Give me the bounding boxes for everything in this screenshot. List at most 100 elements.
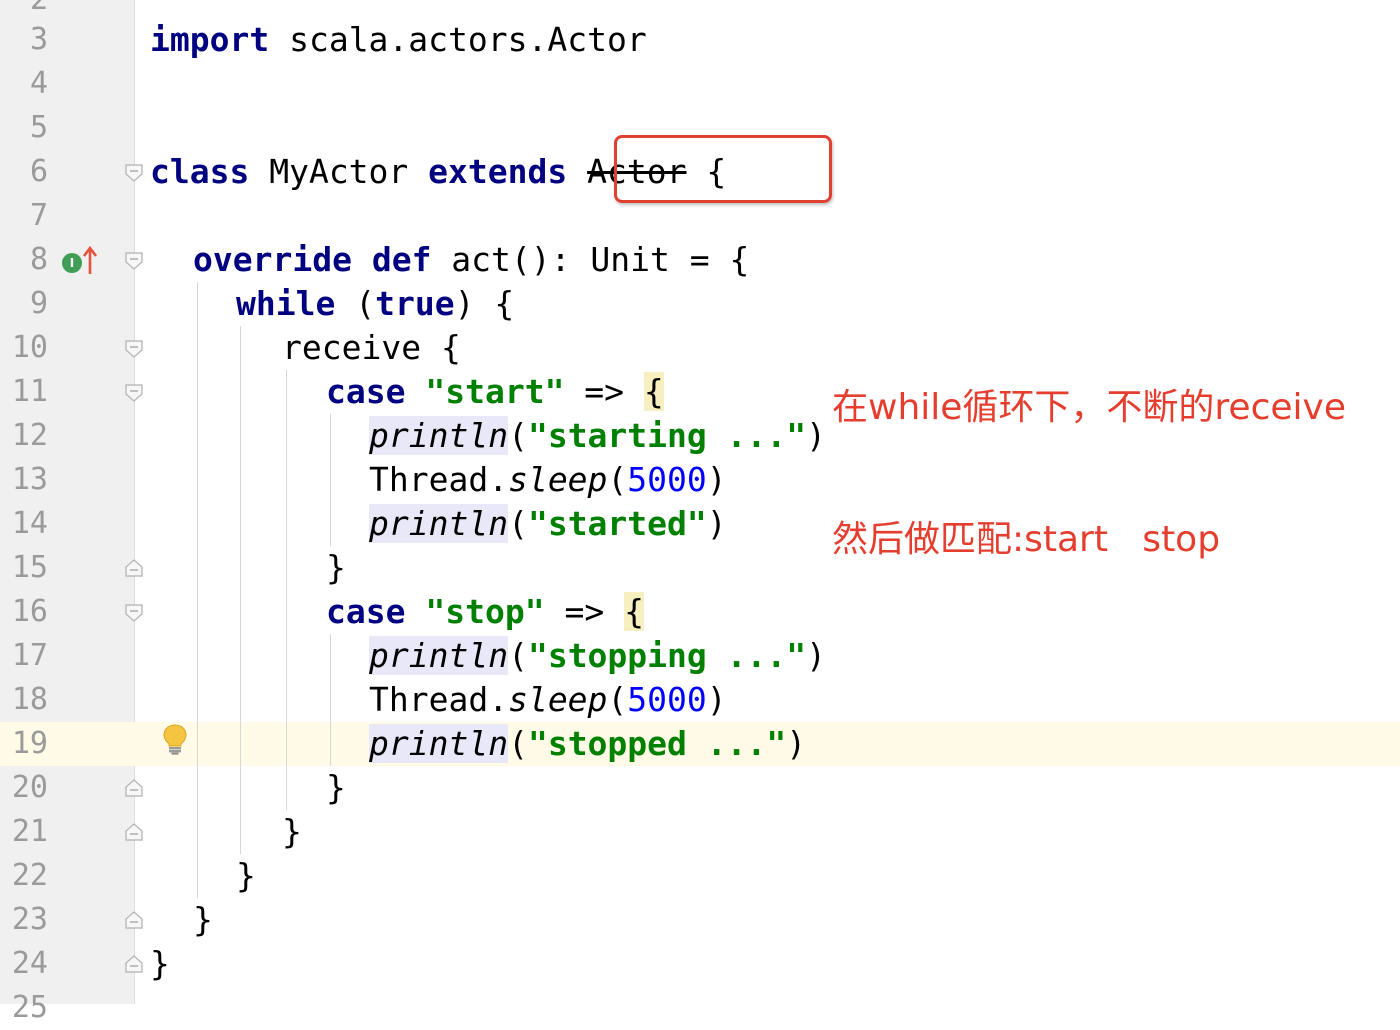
import-path: scala.actors.Actor [269, 20, 647, 59]
code-text[interactable]: println("stopping ...") [369, 634, 826, 678]
string-literal: "started" [527, 504, 707, 543]
lightbulb-icon[interactable] [162, 723, 188, 755]
indent-guide [197, 282, 198, 898]
line-number: 18 [11, 682, 48, 717]
line-number: 20 [11, 770, 48, 805]
code-text[interactable]: } [236, 854, 256, 898]
code-text[interactable]: case "stop" => { [326, 590, 644, 634]
line-number: 23 [11, 902, 48, 937]
fold-end-icon[interactable] [124, 778, 144, 798]
code-text[interactable]: } [326, 546, 346, 590]
implements-method-icon[interactable]: I [60, 244, 98, 276]
string-literal: "starting ..." [527, 416, 807, 455]
line-number: 8 [29, 242, 48, 277]
keyword: class [150, 152, 250, 191]
indent-guide [330, 634, 331, 766]
line-number: 25 [11, 990, 48, 1025]
code-line: 24 } [0, 942, 1400, 986]
line-number: 24 [11, 946, 48, 981]
current-code-line: 19 println("stopped ...") [0, 722, 1400, 766]
fold-collapse-icon[interactable] [124, 251, 144, 271]
code-text[interactable]: } [282, 810, 302, 854]
code-line: 17 println("stopping ...") [0, 634, 1400, 678]
line-number: 13 [11, 462, 48, 497]
line-number: 3 [29, 22, 48, 57]
code-line: 21 } [0, 810, 1400, 854]
code-text[interactable]: import scala.actors.Actor [150, 18, 647, 62]
code-text[interactable]: while (true) { [236, 282, 514, 326]
line-number: 15 [11, 550, 48, 585]
fold-collapse-icon[interactable] [124, 383, 144, 403]
code-line: 20 } [0, 766, 1400, 810]
code-text[interactable]: println("stopped ...") [369, 722, 806, 766]
string-literal: "stopping ..." [527, 636, 807, 675]
fold-end-icon[interactable] [124, 822, 144, 842]
string-literal: "stop" [425, 592, 545, 631]
code-line: 18 Thread.sleep(5000) [0, 678, 1400, 722]
code-text[interactable]: println("started") [369, 502, 727, 546]
keyword: extends [428, 152, 568, 191]
line-number: 14 [11, 506, 48, 541]
fold-end-icon[interactable] [124, 558, 144, 578]
function-call: println [369, 504, 509, 543]
code-line: 23 } [0, 898, 1400, 942]
line-number: 4 [29, 66, 48, 101]
line-number: 22 [11, 858, 48, 893]
code-line: 22 } [0, 854, 1400, 898]
line-number: 11 [11, 374, 48, 409]
line-number: 6 [29, 154, 48, 189]
indent-guide [286, 370, 287, 810]
line-number: 10 [11, 330, 48, 365]
function-call: sleep [508, 680, 608, 719]
code-text[interactable]: receive { [282, 326, 461, 370]
string-literal: "stopped ..." [527, 724, 787, 763]
number-literal: 5000 [627, 460, 707, 499]
code-text[interactable]: } [150, 942, 170, 986]
line-number: 17 [11, 638, 48, 673]
code-line: 3 import scala.actors.Actor [0, 18, 1400, 62]
function-call: println [369, 416, 509, 455]
line-number: 12 [11, 418, 48, 453]
keyword: case [326, 592, 406, 631]
code-line: 8 override def act(): Unit = { [0, 238, 1400, 282]
line-number: 5 [29, 110, 48, 145]
keyword: case [326, 372, 406, 411]
fold-collapse-icon[interactable] [124, 339, 144, 359]
code-text[interactable]: } [326, 766, 346, 810]
matched-brace: { [624, 592, 644, 631]
fold-collapse-icon[interactable] [124, 603, 144, 623]
line-number: 19 [11, 726, 48, 761]
keyword: def [371, 240, 432, 279]
annotation-note: 在while循环下，不断的receive 然后做匹配:start stop [832, 298, 1398, 606]
number-literal: 5000 [627, 680, 707, 719]
annotation-highlight-box [614, 135, 832, 203]
fold-end-icon[interactable] [124, 954, 144, 974]
code-text[interactable]: override def act(): Unit = { [193, 238, 749, 282]
string-literal: "start" [425, 372, 565, 411]
line-number: 9 [29, 286, 48, 321]
indent-guide [330, 414, 331, 546]
keyword: true [375, 284, 455, 323]
fold-collapse-icon[interactable] [124, 163, 144, 183]
annotation-line-1: 在while循环下，不断的receive [832, 387, 1346, 428]
class-name: MyActor [249, 152, 429, 191]
line-number: 16 [11, 594, 48, 629]
line-number: 21 [11, 814, 48, 849]
code-line: 25 [0, 986, 1400, 1030]
code-text[interactable]: Thread.sleep(5000) [369, 678, 727, 722]
code-text[interactable]: Thread.sleep(5000) [369, 458, 727, 502]
function-call: println [369, 724, 509, 763]
code-text[interactable]: println("starting ...") [369, 414, 826, 458]
code-text[interactable]: } [193, 898, 213, 942]
line-number: 7 [29, 198, 48, 233]
function-call: println [369, 636, 509, 675]
keyword: while [236, 284, 336, 323]
keyword: override [193, 240, 352, 279]
implements-icon-letter: I [69, 256, 75, 270]
code-text[interactable]: case "start" => { [326, 370, 664, 414]
method-signature: act(): Unit = { [431, 240, 750, 279]
indent-guide [240, 326, 241, 854]
function-call: sleep [508, 460, 608, 499]
fold-end-icon[interactable] [124, 910, 144, 930]
annotation-line-2: 然后做匹配:start stop [832, 519, 1221, 560]
